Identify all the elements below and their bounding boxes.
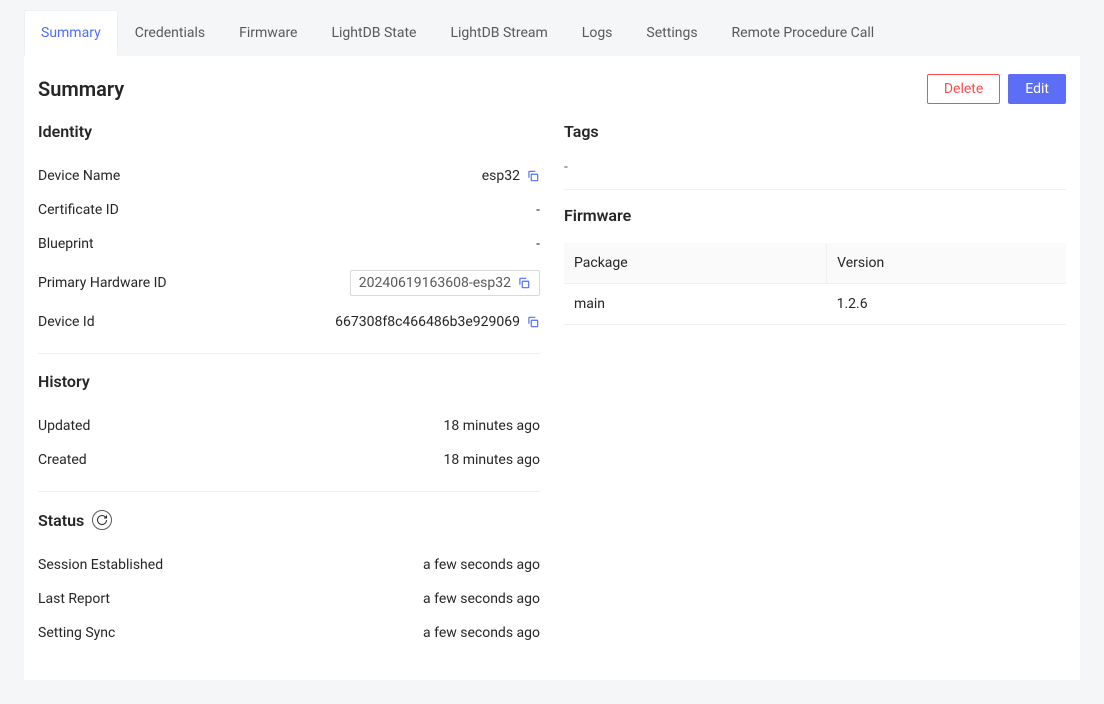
tab-logs[interactable]: Logs [565,10,630,56]
tab-lightdb-state[interactable]: LightDB State [314,10,433,56]
device-name-value: esp32 [482,168,520,184]
package-cell: main [564,284,827,325]
primary-hw-id-label: Primary Hardware ID [38,275,167,291]
created-label: Created [38,452,87,468]
history-heading: History [38,372,540,391]
certificate-id-label: Certificate ID [38,202,119,218]
certificate-id-value: - [536,202,540,218]
setting-sync-label: Setting Sync [38,625,115,641]
firmware-heading: Firmware [564,206,1066,225]
tab-summary[interactable]: Summary [24,10,118,56]
refresh-icon[interactable] [92,510,112,530]
primary-hw-id-value: 20240619163608-esp32 [359,275,511,291]
blueprint-value: - [536,236,540,252]
page-title: Summary [38,77,124,101]
session-label: Session Established [38,557,163,573]
tab-settings[interactable]: Settings [629,10,714,56]
updated-value: 18 minutes ago [443,418,540,434]
status-heading: Status [38,511,84,530]
copy-icon[interactable] [526,169,540,183]
tab-remote-procedure-call[interactable]: Remote Procedure Call [715,10,892,56]
device-name-label: Device Name [38,168,120,184]
tabs-bar: Summary Credentials Firmware LightDB Sta… [24,10,1080,56]
session-value: a few seconds ago [423,557,540,573]
edit-button[interactable]: Edit [1008,74,1066,104]
copy-icon[interactable] [526,315,540,329]
created-value: 18 minutes ago [443,452,540,468]
last-report-label: Last Report [38,591,110,607]
version-cell: 1.2.6 [827,284,1066,325]
tab-lightdb-stream[interactable]: LightDB Stream [433,10,564,56]
device-id-label: Device Id [38,314,95,330]
tags-heading: Tags [564,122,1066,141]
identity-heading: Identity [38,122,540,141]
updated-label: Updated [38,418,90,434]
tags-value: - [564,159,1066,187]
tab-firmware[interactable]: Firmware [222,10,314,56]
firmware-table: Package Version main 1.2.6 [564,243,1066,325]
version-header: Version [827,243,1066,284]
blueprint-label: Blueprint [38,236,94,252]
last-report-value: a few seconds ago [423,591,540,607]
device-id-value: 667308f8c466486b3e929069 [335,314,520,330]
table-row: main 1.2.6 [564,284,1066,325]
tab-credentials[interactable]: Credentials [118,10,222,56]
setting-sync-value: a few seconds ago [423,625,540,641]
copy-icon[interactable] [517,276,531,290]
package-header: Package [564,243,827,284]
delete-button[interactable]: Delete [927,74,1000,104]
